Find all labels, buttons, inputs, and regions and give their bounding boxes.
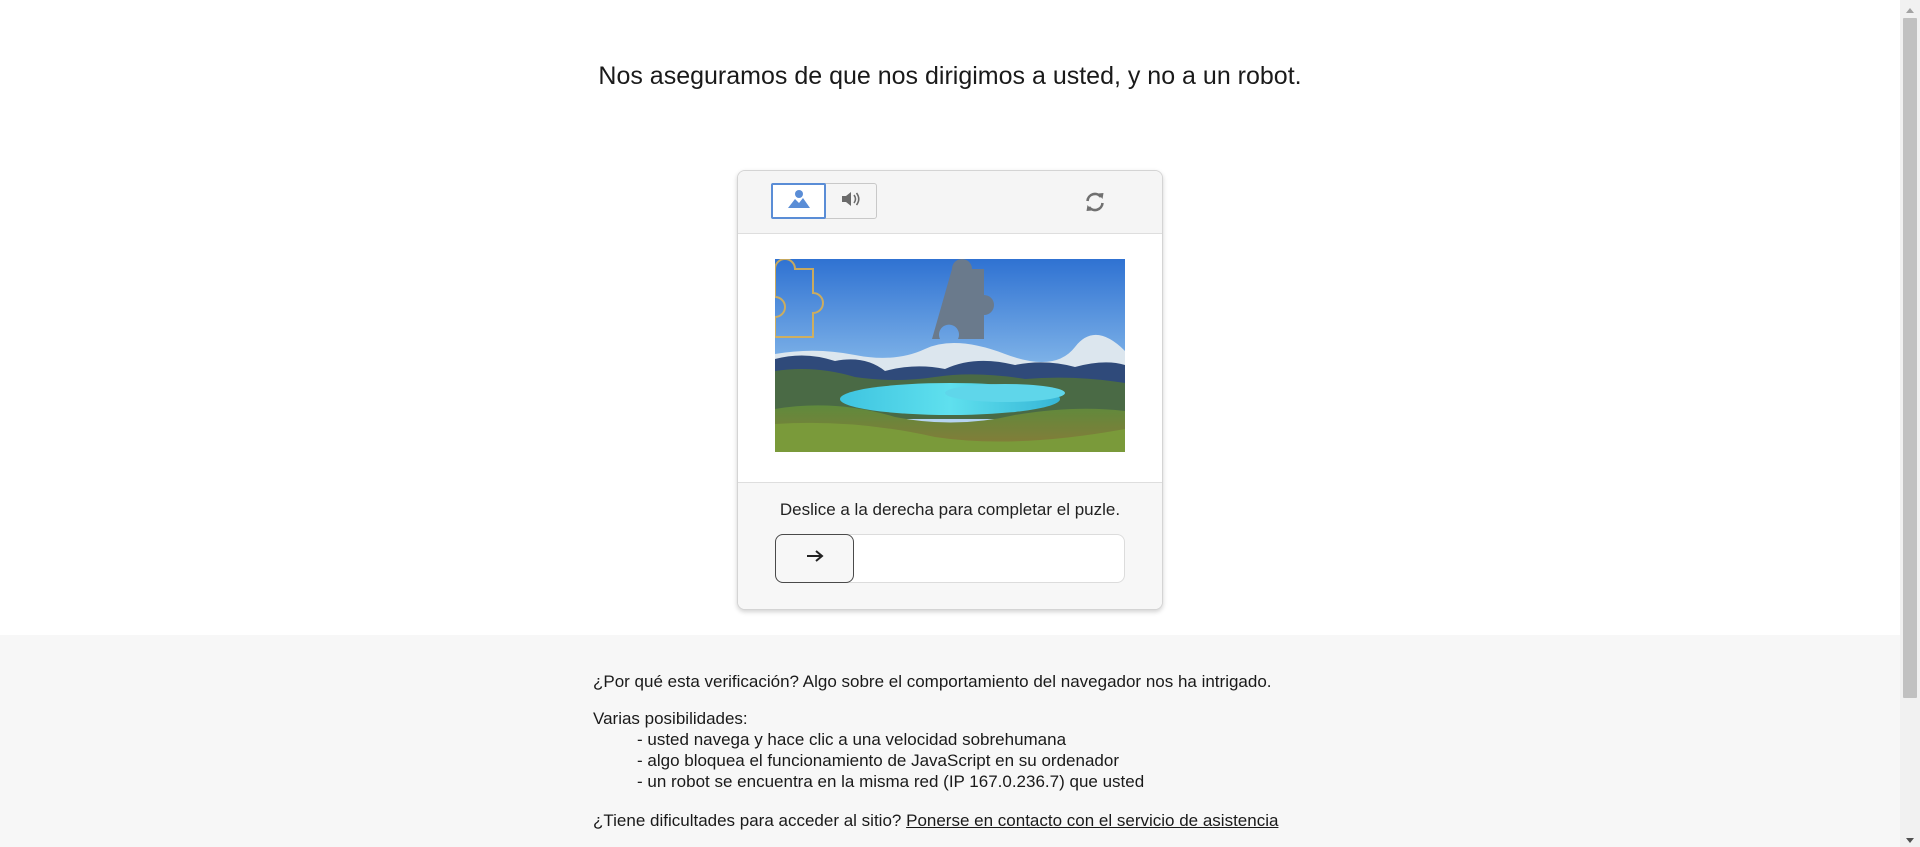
list-item: - usted navega y hace clic a una velocid… (637, 730, 1067, 749)
puzzle-image (775, 259, 1125, 452)
possibilities-title: Varias posibilidades: (593, 709, 748, 728)
scroll-up-button[interactable] (1900, 0, 1920, 17)
slider-handle[interactable] (775, 534, 854, 583)
captcha-toolbar (738, 171, 1162, 234)
main-area: Nos aseguramos de que nos dirigimos a us… (0, 0, 1900, 635)
page: Nos aseguramos de que nos dirigimos a us… (0, 0, 1920, 847)
support-contact-link[interactable]: Ponerse en contacto con el servicio de a… (906, 811, 1278, 830)
scrollbar-thumb[interactable] (1903, 18, 1917, 698)
list-item: - algo bloquea el funcionamiento de Java… (637, 751, 1119, 770)
image-icon (786, 188, 812, 215)
reasons-list: - usted navega y hace clic a una velocid… (593, 729, 1393, 792)
why-verification-text: ¿Por qué esta verificación? Algo sobre e… (593, 672, 1272, 691)
image-mode-button[interactable] (771, 183, 826, 219)
list-item: - un robot se encuentra en la misma red … (637, 772, 1145, 791)
page-title: Nos aseguramos de que nos dirigimos a us… (598, 62, 1302, 90)
captcha-widget: Deslice a la derecha para completar el p… (737, 170, 1163, 610)
refresh-button[interactable] (1078, 187, 1112, 221)
triangle-down-icon (1906, 830, 1914, 847)
refresh-icon (1083, 190, 1107, 219)
speaker-icon (840, 190, 862, 213)
vertical-scrollbar[interactable] (1900, 0, 1920, 847)
arrow-right-icon (806, 549, 824, 568)
help-text: ¿Tiene dificultades para acceder al siti… (593, 811, 902, 830)
slider-section: Deslice a la derecha para completar el p… (738, 483, 1162, 609)
puzzle-area (738, 234, 1162, 483)
help-line: ¿Tiene dificultades para acceder al siti… (593, 810, 1393, 831)
triangle-up-icon (1906, 0, 1914, 18)
slider-instruction: Deslice a la derecha para completar el p… (779, 500, 1121, 519)
info-text: ¿Por qué esta verificación? Algo sobre e… (593, 671, 1393, 831)
scroll-down-button[interactable] (1900, 830, 1920, 847)
info-section: ¿Por qué esta verificación? Algo sobre e… (0, 635, 1900, 847)
audio-mode-button[interactable] (824, 183, 877, 219)
